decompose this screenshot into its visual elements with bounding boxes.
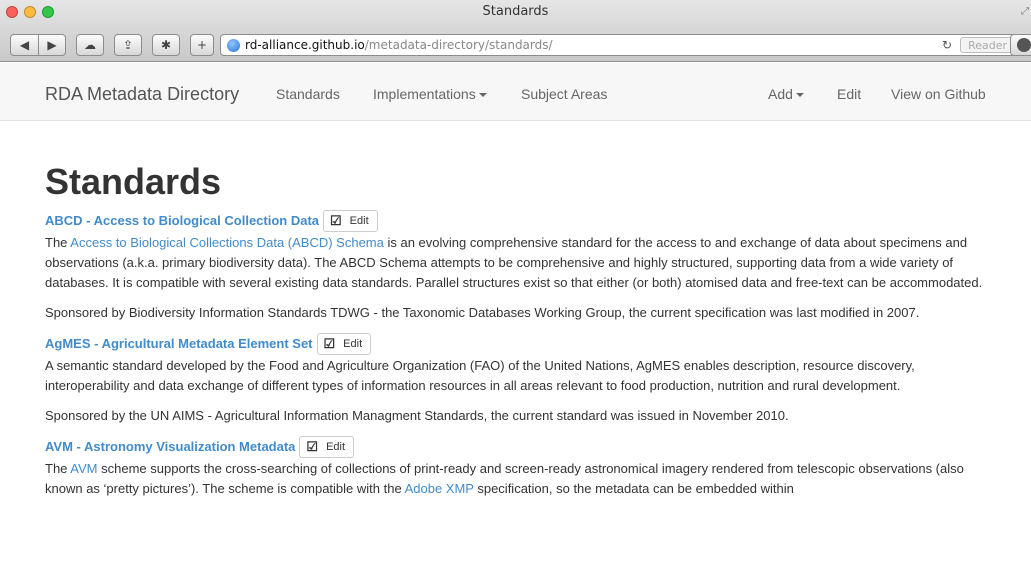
globe-icon <box>227 38 240 52</box>
standard-description: The Access to Biological Collections Dat… <box>45 233 995 293</box>
standard-header: AgMES - Agricultural Metadata Element Se… <box>45 332 995 355</box>
edit-icon: ☑ <box>330 212 342 228</box>
edit-icon: ☑ <box>323 335 336 351</box>
main-content: Standards ABCD - Access to Biological Co… <box>45 122 995 499</box>
address-bar[interactable]: rd-alliance.github.io/metadata-directory… <box>220 34 1018 56</box>
browser-chrome: Standards ⤢ ◀ ▶ ☁ ⇪ ✱ + rd-alliance.gith… <box>0 0 1031 62</box>
share-icon: ⇪ <box>122 38 134 52</box>
reload-icon[interactable]: ↻ <box>942 38 952 52</box>
edit-standard-button[interactable]: ☑ Edit <box>299 435 355 458</box>
window-title: Standards <box>482 4 549 19</box>
edit-button-label: Edit <box>343 337 363 350</box>
icloud-tabs-button[interactable]: ☁ <box>76 34 104 56</box>
downloads-button[interactable] <box>1010 34 1031 56</box>
description-text: The <box>45 234 71 250</box>
caret-down-icon <box>478 93 487 98</box>
nav-view-on-github[interactable]: View on Github <box>891 86 986 102</box>
edit-icon: ☑ <box>306 438 319 454</box>
download-icon <box>1017 38 1031 52</box>
site-navbar: RDA Metadata Directory Standards Impleme… <box>0 63 1031 121</box>
cloud-icon: ☁ <box>84 38 96 52</box>
standard-sponsor: Sponsored by Biodiversity Information St… <box>45 304 920 320</box>
standard-header: AVM - Astronomy Visualization Metadata ☑… <box>45 435 995 458</box>
brand-link[interactable]: RDA Metadata Directory <box>45 84 239 105</box>
schema-link[interactable]: Access to Biological Collections Data (A… <box>70 235 384 250</box>
nav-add-dropdown[interactable]: Add <box>768 86 804 102</box>
edit-standard-button[interactable]: ☑ Edit <box>316 332 372 355</box>
nav-implementations-label: Implementations <box>373 86 476 102</box>
back-forward-buttons: ◀ ▶ <box>10 34 66 56</box>
standard-description: The AVM scheme supports the cross-search… <box>45 459 995 499</box>
caret-down-icon <box>795 93 804 98</box>
avm-link[interactable]: AVM <box>70 461 97 476</box>
edit-standard-button[interactable]: ☑ Edit <box>323 209 378 232</box>
back-arrow-icon: ◀ <box>19 38 30 52</box>
forward-arrow-icon: ▶ <box>47 38 57 52</box>
standard-title-link[interactable]: AVM - Astronomy Visualization Metadata <box>45 439 295 454</box>
browser-toolbar: ◀ ▶ ☁ ⇪ ✱ + rd-alliance.github.io/metada… <box>0 26 1031 56</box>
page-title: Standards <box>45 161 222 202</box>
plus-icon: + <box>196 38 208 52</box>
url-path: /metadata-directory/standards/ <box>364 38 553 52</box>
standard-sponsor: Sponsored by the UN AIMS - Agricultural … <box>45 407 789 423</box>
add-bookmark-button[interactable]: + <box>190 34 214 56</box>
extension-button[interactable]: ✱ <box>152 34 180 56</box>
back-button[interactable]: ◀ <box>11 35 38 55</box>
standard-title-link[interactable]: ABCD - Access to Biological Collection D… <box>45 213 319 228</box>
nav-standards[interactable]: Standards <box>276 86 340 102</box>
address-bar-actions: ↻ Reader <box>942 37 1017 53</box>
share-button[interactable]: ⇪ <box>114 34 142 56</box>
nav-implementations-dropdown[interactable]: Implementations <box>373 86 487 102</box>
url-host: rd-alliance.github.io <box>245 38 365 52</box>
reader-button[interactable]: Reader <box>960 37 1015 53</box>
standard-header: ABCD - Access to Biological Collection D… <box>45 209 995 232</box>
description-text: The <box>45 460 71 476</box>
adobe-xmp-link[interactable]: Adobe XMP <box>405 481 474 496</box>
standard-title-link[interactable]: AgMES - Agricultural Metadata Element Se… <box>45 336 313 351</box>
edit-button-label: Edit <box>326 440 346 453</box>
nav-add-label: Add <box>768 86 793 102</box>
nav-subject-areas[interactable]: Subject Areas <box>521 86 607 102</box>
fullscreen-icon[interactable]: ⤢ <box>1021 6 1029 17</box>
extension-icon: ✱ <box>160 38 172 52</box>
edit-button-label: Edit <box>349 214 369 227</box>
description-text: specification, so the metadata can be em… <box>473 480 794 496</box>
standard-description: A semantic standard developed by the Foo… <box>45 357 915 393</box>
forward-button[interactable]: ▶ <box>38 35 65 55</box>
nav-edit[interactable]: Edit <box>837 86 861 102</box>
